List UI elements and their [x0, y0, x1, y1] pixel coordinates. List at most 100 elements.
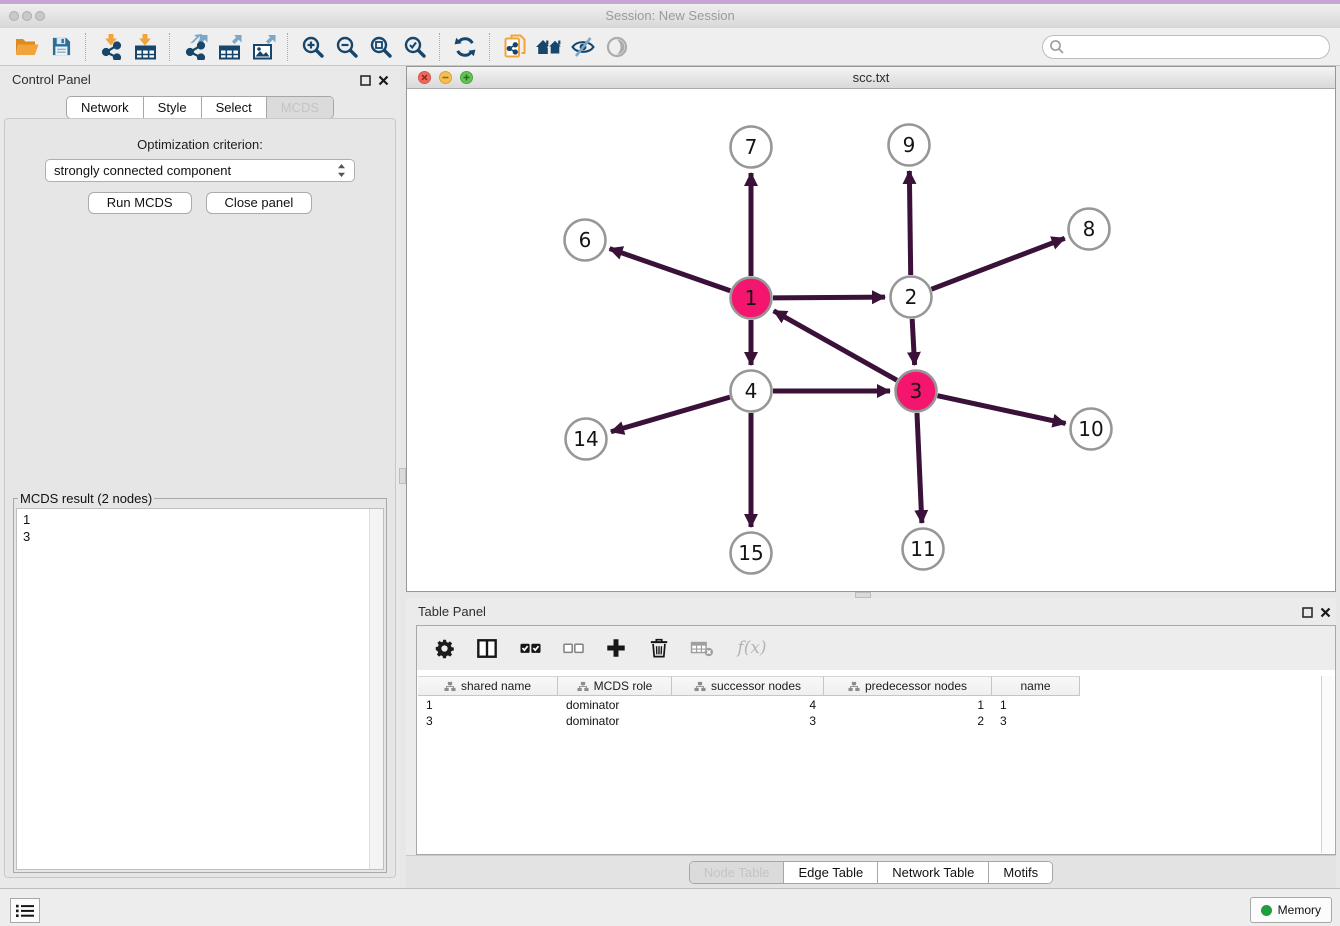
deselect-all-rows-button[interactable]: [560, 635, 586, 661]
graph-edge-1-6[interactable]: [610, 249, 731, 291]
columns-icon: [476, 638, 498, 659]
run-mcds-button[interactable]: Run MCDS: [88, 192, 192, 214]
table-options-button[interactable]: [431, 635, 457, 661]
table-cell: 4: [672, 697, 824, 713]
network-canvas[interactable]: 1 2 3 4 6 7 8 9 10 11 14 15: [407, 89, 1335, 591]
plus-icon: [605, 637, 627, 659]
graph-node-15[interactable]: 15: [731, 533, 772, 574]
graph-node-14[interactable]: 14: [566, 419, 607, 460]
graph-node-1[interactable]: 1: [731, 278, 772, 319]
zoom-fit-button[interactable]: [364, 31, 398, 63]
graph-edge-4-14[interactable]: [611, 397, 730, 432]
tab-network[interactable]: Network: [67, 97, 144, 118]
graph-node-label: 6: [579, 228, 592, 252]
mcds-result-group: MCDS result (2 nodes) 1 3: [13, 491, 387, 873]
select-all-rows-button[interactable]: [517, 635, 543, 661]
trash-icon: [649, 637, 669, 659]
close-panel-button[interactable]: [376, 73, 390, 87]
graph-node-label: 1: [745, 286, 758, 310]
tab-select[interactable]: Select: [202, 97, 267, 118]
graph-edge-2-3[interactable]: [912, 319, 914, 365]
criterion-dropdown[interactable]: strongly connected component: [45, 159, 355, 182]
control-panel-title: Control Panel: [12, 72, 91, 87]
graph-node-6[interactable]: 6: [565, 220, 606, 261]
chevron-up-down-icon: [337, 163, 346, 178]
vertical-splitter-grip[interactable]: [399, 468, 406, 484]
toolbar-separator: [489, 33, 491, 61]
table-tab-edge-table[interactable]: Edge Table: [784, 862, 878, 883]
graph-node-3[interactable]: 3: [896, 371, 937, 412]
table-tab-node-table[interactable]: Node Table: [690, 862, 785, 883]
table-float-button[interactable]: [1300, 605, 1314, 619]
float-panel-button[interactable]: [358, 73, 372, 87]
graph-node-4[interactable]: 4: [731, 371, 772, 412]
mcds-result-textarea[interactable]: 1 3: [16, 508, 384, 870]
graph-node-7[interactable]: 7: [731, 127, 772, 168]
zoom-in-icon: [301, 35, 325, 59]
table-panel-header: Table Panel: [406, 598, 1336, 626]
open-folder-icon: [14, 35, 40, 58]
export-image-button[interactable]: [246, 31, 280, 63]
search-input[interactable]: [1042, 35, 1330, 59]
zoom-in-button[interactable]: [296, 31, 330, 63]
tab-mcds[interactable]: MCDS: [267, 97, 333, 118]
graph-edge-3-10[interactable]: [937, 396, 1065, 424]
column-header-predecessor-nodes[interactable]: predecessor nodes: [824, 676, 992, 696]
graph-node-10[interactable]: 10: [1071, 409, 1112, 450]
mcds-button-row: Run MCDS Close panel: [5, 192, 395, 214]
export-network-button[interactable]: [178, 31, 212, 63]
app-menu-button[interactable]: [10, 898, 40, 923]
delete-columns-button[interactable]: [646, 635, 672, 661]
clone-network-button[interactable]: [498, 31, 532, 63]
memory-button[interactable]: Memory: [1250, 897, 1332, 923]
column-header-label: shared name: [461, 679, 531, 693]
main-toolbar: [0, 28, 1340, 66]
graph-node-11[interactable]: 11: [903, 529, 944, 570]
table-cell: dominator: [558, 713, 672, 729]
import-network-button[interactable]: [94, 31, 128, 63]
save-session-button[interactable]: [44, 31, 78, 63]
graph-edge-2-9[interactable]: [909, 171, 910, 275]
table-row[interactable]: 3dominator323: [418, 713, 1080, 729]
table-row[interactable]: 1dominator411: [418, 697, 1080, 713]
column-visibility-button[interactable]: [474, 635, 500, 661]
table-tab-network-table[interactable]: Network Table: [878, 862, 989, 883]
zoom-selected-button[interactable]: [398, 31, 432, 63]
zoom-out-button[interactable]: [330, 31, 364, 63]
graph-edge-3-1[interactable]: [774, 311, 897, 380]
apply-layout-button[interactable]: [448, 31, 482, 63]
unhide-all-button[interactable]: [600, 31, 634, 63]
graph-node-9[interactable]: 9: [889, 125, 930, 166]
table-tabs: Node TableEdge TableNetwork TableMotifs: [689, 861, 1053, 884]
clone-network-icon: [503, 34, 527, 59]
homes-icon: [535, 36, 563, 58]
column-header-MCDS-role[interactable]: MCDS role: [558, 676, 672, 696]
first-neighbors-button[interactable]: [532, 31, 566, 63]
hide-selected-button[interactable]: [566, 31, 600, 63]
import-table-button[interactable]: [128, 31, 162, 63]
export-table-button[interactable]: [212, 31, 246, 63]
graph-edge-3-11[interactable]: [917, 413, 922, 523]
column-header-name[interactable]: name: [992, 676, 1080, 696]
table-tab-motifs[interactable]: Motifs: [989, 862, 1052, 883]
graph-node-2[interactable]: 2: [891, 277, 932, 318]
graph-node-8[interactable]: 8: [1069, 209, 1110, 250]
column-header-shared-name[interactable]: shared name: [418, 676, 558, 696]
tab-style[interactable]: Style: [144, 97, 202, 118]
table-vertical-scrollbar[interactable]: [1321, 676, 1334, 853]
graph-edge-1-2[interactable]: [773, 297, 885, 298]
window-title: Session: New Session: [0, 8, 1340, 23]
network-window: scc.txt 1234678910111415: [406, 66, 1336, 592]
close-panel-action-button[interactable]: Close panel: [206, 192, 313, 214]
column-header-successor-nodes[interactable]: successor nodes: [672, 676, 824, 696]
table-close-button[interactable]: [1318, 605, 1332, 619]
mcds-result-scrollbar[interactable]: [369, 509, 383, 869]
table-cell: 3: [992, 713, 1080, 729]
table-toolbar: f(x): [417, 626, 1335, 670]
create-column-button[interactable]: [603, 635, 629, 661]
open-session-button[interactable]: [10, 31, 44, 63]
table-cell: 1: [992, 697, 1080, 713]
graph-node-label: 8: [1083, 217, 1096, 241]
graph-edge-2-8[interactable]: [932, 238, 1065, 289]
eye-slash-icon: [570, 35, 596, 59]
